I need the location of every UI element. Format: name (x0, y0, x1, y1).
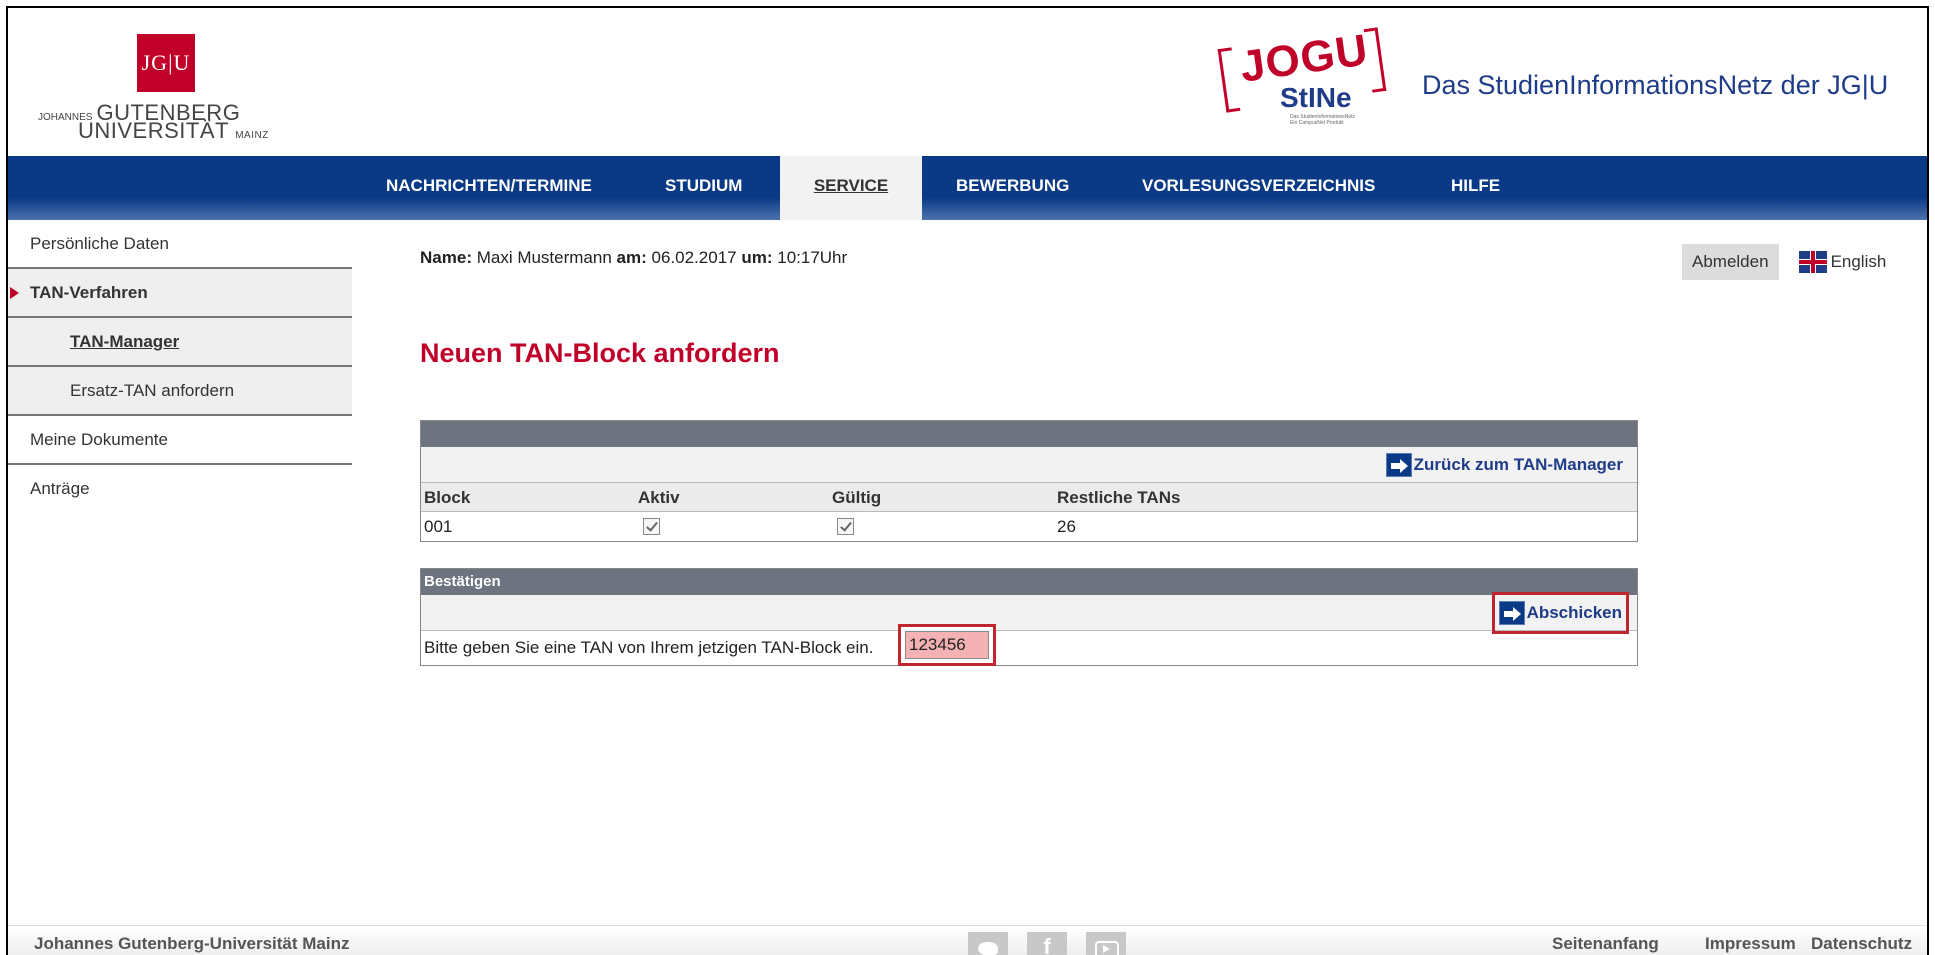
youtube-icon[interactable] (1086, 932, 1126, 955)
sidebar-item-tan-verfahren[interactable]: TAN-Verfahren (8, 269, 352, 318)
column-header-restliche-tans: Restliche TANs (1057, 488, 1181, 507)
tan-input[interactable] (905, 631, 989, 659)
logout-button[interactable]: Abmelden (1682, 244, 1779, 280)
footer-link-datenschutz[interactable]: Datenschutz (1811, 934, 1912, 954)
footer-link-seitenanfang[interactable]: Seitenanfang (1552, 934, 1659, 954)
top-right-actions: Abmelden English (1682, 244, 1886, 280)
back-to-tan-manager-button[interactable]: Zurück zum TAN-Manager (1385, 451, 1623, 479)
nav-nachrichten-termine[interactable]: NACHRICHTEN/TERMINE (386, 156, 592, 220)
footer: Johannes Gutenberg-Universität Mainz f S… (8, 925, 1927, 955)
language-switch-link[interactable]: English (1831, 252, 1887, 272)
aktiv-checkbox (643, 518, 660, 535)
main-nav: NACHRICHTEN/TERMINE STUDIUM SERVICE BEWE… (8, 156, 1927, 220)
nav-bewerbung[interactable]: BEWERBUNG (956, 156, 1069, 220)
page-title: Neuen TAN-Block anfordern (420, 338, 780, 368)
block-number: 001 (424, 517, 453, 536)
panel-header (421, 421, 1637, 447)
facebook-icon[interactable]: f (1027, 932, 1067, 955)
footer-university: Johannes Gutenberg-Universität Mainz (34, 934, 350, 953)
table-row: 001 26 (421, 512, 1637, 541)
jgu-logo-mark: JG|U (137, 34, 195, 92)
uk-flag-icon[interactable] (1798, 251, 1827, 273)
arrow-right-icon (1498, 601, 1525, 625)
stine-wordmark: StINe (1280, 82, 1352, 113)
sidebar-item-antraege[interactable]: Anträge (8, 465, 352, 514)
nav-vorlesungsverzeichnis[interactable]: VORLESUNGSVERZEICHNIS (1142, 156, 1375, 220)
tan-entry-row: Bitte geben Sie eine TAN von Ihrem jetzi… (421, 624, 1637, 666)
table-header-row: Block Aktiv Gültig Restliche TANs (421, 483, 1637, 512)
sidebar-item-persoenliche-daten[interactable]: Persönliche Daten (8, 220, 352, 269)
nav-studium[interactable]: STUDIUM (665, 156, 742, 220)
submit-highlight: Abschicken (1491, 592, 1629, 634)
column-header-gueltig: Gültig (832, 488, 882, 507)
gueltig-checkbox (837, 518, 854, 535)
jgu-logo[interactable]: JG|U JOHANNES GUTENBERG UNIVERSITÄT MAINZ (38, 28, 268, 143)
session-date: 06.02.2017 (651, 248, 737, 267)
header: JG|U JOHANNES GUTENBERG UNIVERSITÄT MAINZ… (8, 8, 1927, 156)
tan-prompt: Bitte geben Sie eine TAN von Ihrem jetzi… (424, 638, 874, 657)
remaining-tans: 26 (1057, 517, 1076, 536)
user-name: Maxi Mustermann (476, 248, 612, 267)
submit-button[interactable]: Abschicken (1498, 599, 1622, 627)
footer-link-impressum[interactable]: Impressum (1705, 934, 1796, 954)
tan-input-highlight (898, 624, 996, 666)
tan-block-panel: Zurück zum TAN-Manager Block Aktiv Gülti… (420, 420, 1638, 542)
nav-hilfe[interactable]: HILFE (1451, 156, 1500, 220)
column-header-aktiv: Aktiv (638, 488, 680, 507)
selected-arrow-icon (10, 287, 19, 299)
nav-service[interactable]: SERVICE (780, 156, 922, 220)
sidebar-item-ersatz-tan[interactable]: Ersatz-TAN anfordern (8, 367, 352, 416)
site-tagline: Das StudienInformationsNetz der JG|U (1422, 70, 1889, 100)
sidebar: Persönliche Daten TAN-Verfahren TAN-Mana… (8, 220, 352, 514)
session-info: Name: Maxi Mustermann am: 06.02.2017 um:… (420, 248, 848, 267)
confirm-panel: Bestätigen Abschicken Bitte geben Sie ei… (420, 568, 1638, 666)
confirm-heading: Bestätigen (421, 569, 1637, 595)
page-frame: JG|U JOHANNES GUTENBERG UNIVERSITÄT MAINZ… (6, 6, 1929, 955)
column-header-block: Block (424, 488, 471, 507)
sidebar-item-tan-manager[interactable]: TAN-Manager (8, 318, 352, 367)
jogu-stine-logo[interactable]: JOGU StINe Das StudienInformationsNetz E… (1217, 20, 1388, 140)
session-time: 10:17Uhr (777, 248, 848, 267)
sidebar-item-meine-dokumente[interactable]: Meine Dokumente (8, 416, 352, 465)
twitter-icon[interactable] (968, 932, 1008, 955)
arrow-right-icon (1385, 453, 1412, 477)
